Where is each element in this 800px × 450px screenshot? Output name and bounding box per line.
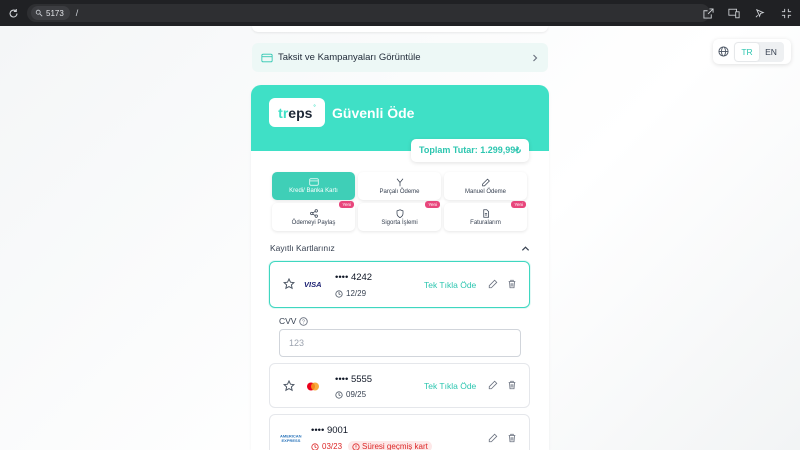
new-badge: Yeni	[339, 201, 354, 208]
one-click-pay-button[interactable]: Tek Tıkla Öde	[424, 381, 476, 391]
card-number: •••• 9001	[311, 425, 349, 436]
credit-card-icon	[261, 53, 273, 62]
saved-card-row[interactable]: VISA •••• 4242 12/29 Tek Tıkla Öde	[269, 261, 530, 308]
svg-text:?: ?	[302, 319, 305, 325]
method-label: Kredi/ Banka Kartı	[289, 188, 338, 194]
card-number: •••• 5555	[335, 374, 373, 385]
clock-icon	[335, 390, 343, 399]
expiry-text: 03/23	[322, 442, 343, 450]
method-label: Manuel Ödeme	[464, 188, 507, 195]
edit-icon[interactable]	[488, 433, 498, 443]
document-icon	[482, 208, 489, 218]
port-label: 5173	[46, 8, 64, 18]
total-amount: Toplam Tutar: 1.299,99₺	[411, 139, 529, 162]
expiry-text: 12/29	[346, 289, 367, 298]
card-expiry: 12/29	[335, 289, 366, 298]
method-insurance-button[interactable]: Sigorta İşlemi Yeni	[358, 201, 441, 231]
method-label: Faturalarım	[470, 219, 501, 226]
star-icon[interactable]	[283, 278, 295, 290]
method-share-button[interactable]: Ödemeyi Paylaş Yeni	[272, 201, 355, 231]
reload-icon[interactable]	[0, 0, 26, 26]
alert-circle-icon	[352, 442, 360, 450]
url-path: /	[75, 8, 79, 18]
method-label: Sigorta İşlemi	[381, 219, 418, 226]
lang-en-button[interactable]: EN	[759, 43, 783, 61]
shield-icon	[396, 208, 403, 218]
cvv-label: CVV	[279, 316, 297, 326]
credit-card-icon	[308, 178, 319, 186]
clock-icon	[335, 289, 343, 298]
chevron-right-icon	[533, 54, 538, 61]
payment-methods: Kredi/ Banka Kartı Parçalı Ödeme Manuel …	[272, 172, 528, 234]
method-label: Parçalı Ödeme	[379, 188, 420, 195]
method-label: Ödemeyi Paylaş	[291, 219, 336, 226]
lang-tr-button[interactable]: TR	[735, 42, 759, 61]
treps-logo: treps°	[269, 98, 325, 127]
method-split-button[interactable]: Parçalı Ödeme	[358, 172, 441, 200]
mastercard-logo-icon	[307, 382, 319, 391]
card-number: •••• 4242	[335, 272, 373, 283]
expiry-text: 09/25	[346, 390, 367, 399]
card-expiry: 03/23 Süresi geçmiş kart	[311, 441, 432, 450]
help-icon[interactable]: ?	[299, 316, 309, 326]
card-expiry: 09/25	[335, 390, 366, 399]
star-icon[interactable]	[283, 380, 295, 392]
amex-logo-icon: AMERICANEXPRESS	[280, 434, 302, 444]
browser-toolbar: 5173 /	[0, 0, 800, 26]
one-click-pay-button[interactable]: Tek Tıkla Öde	[424, 280, 476, 290]
method-manual-button[interactable]: Manuel Ödeme	[444, 172, 527, 200]
svg-text:VISA: VISA	[304, 280, 322, 288]
saved-cards-title: Kayıtlı Kartlarınız	[270, 243, 335, 253]
language-switcher: TR EN	[713, 39, 791, 64]
chevron-up-icon[interactable]	[521, 245, 530, 252]
globe-icon	[718, 46, 729, 57]
connection-icon	[35, 9, 43, 17]
new-badge: Yeni	[511, 201, 526, 208]
collapse-icon[interactable]	[778, 5, 794, 21]
installments-label: Taksit ve Kampanyaları Görüntüle	[278, 52, 421, 63]
trash-icon[interactable]	[507, 380, 517, 390]
inspect-icon[interactable]	[752, 5, 768, 21]
saved-card-row[interactable]: AMERICAN EXPRESS •••• 9001 03/23 Süresi g…	[269, 414, 530, 450]
address-bar[interactable]: 5173 /	[27, 4, 710, 22]
payment-card: treps° Güvenli Öde Toplam Tutar: 1.299,9…	[251, 85, 549, 450]
method-invoices-button[interactable]: Faturalarım Yeni	[444, 201, 527, 231]
saved-cards-header[interactable]: Kayıtlı Kartlarınız	[270, 243, 530, 253]
devices-icon[interactable]	[726, 5, 742, 21]
new-badge: Yeni	[425, 201, 440, 208]
open-external-icon[interactable]	[700, 5, 716, 21]
logo-text: treps°	[278, 104, 316, 121]
previous-section-card	[252, 26, 548, 32]
port-chip[interactable]: 5173	[31, 6, 70, 20]
trash-icon[interactable]	[507, 433, 517, 443]
method-card-button[interactable]: Kredi/ Banka Kartı	[272, 172, 355, 200]
cvv-label-row: CVV ?	[279, 316, 309, 326]
svg-text:EXPRESS: EXPRESS	[282, 438, 301, 443]
cvv-input[interactable]	[279, 329, 521, 357]
page-title: Güvenli Öde	[332, 105, 415, 121]
clock-icon	[311, 442, 319, 450]
edit-icon[interactable]	[488, 380, 498, 390]
expired-badge: Süresi geçmiş kart	[348, 441, 432, 450]
split-arrows-icon	[396, 178, 403, 186]
edit-icon[interactable]	[488, 279, 498, 289]
visa-logo-icon: VISA	[304, 280, 322, 288]
pen-icon	[481, 178, 490, 186]
installments-button[interactable]: Taksit ve Kampanyaları Görüntüle	[252, 43, 548, 72]
expired-label: Süresi geçmiş kart	[362, 442, 428, 450]
trash-icon[interactable]	[507, 279, 517, 289]
share-icon	[309, 208, 318, 218]
saved-card-row[interactable]: •••• 5555 09/25 Tek Tıkla Öde	[269, 363, 530, 408]
